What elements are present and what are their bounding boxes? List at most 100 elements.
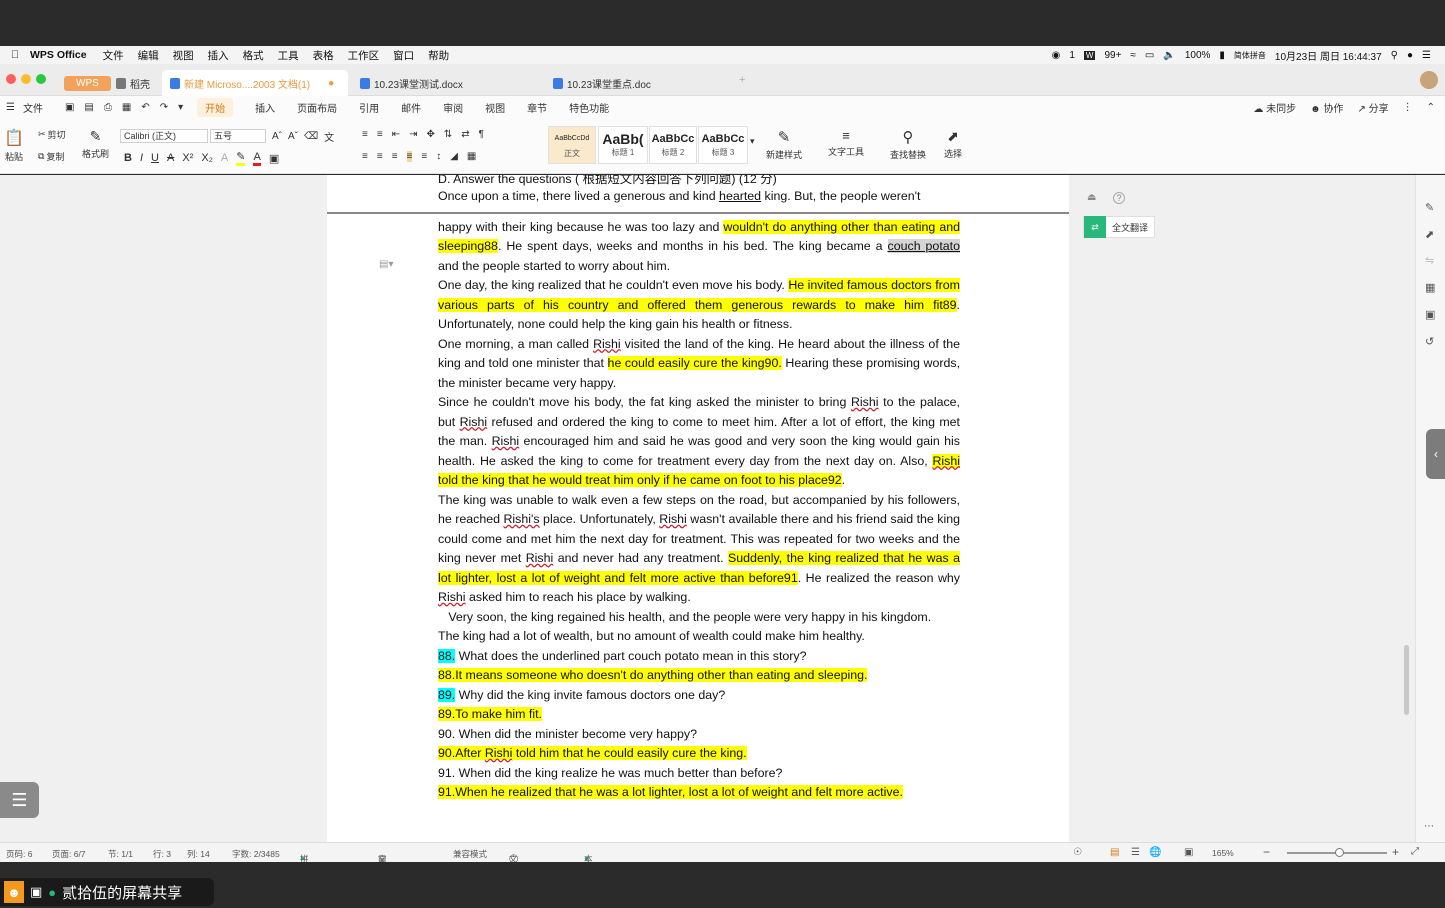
status-col[interactable]: 列: 14 xyxy=(187,848,210,860)
menu-format[interactable]: 格式 xyxy=(243,48,264,63)
more-dots-icon[interactable]: ⋯ xyxy=(1424,821,1434,832)
menu-file[interactable]: 文件 xyxy=(103,48,124,63)
tab-references[interactable]: 引用 xyxy=(359,100,379,115)
tab-close-dot[interactable]: ● xyxy=(328,78,334,89)
volume-icon[interactable]: 🔈 xyxy=(1163,50,1175,61)
close-window-button[interactable] xyxy=(6,74,16,84)
status-words[interactable]: 字数: 2/3485 xyxy=(232,848,280,860)
hamburger-icon[interactable]: ☰ xyxy=(6,102,15,113)
new-tab-icon[interactable]: + xyxy=(739,74,745,86)
edit-icon[interactable]: ✎ xyxy=(1425,201,1434,214)
compat-mode[interactable]: 兼容模式 xyxy=(453,848,487,860)
styles-expand-icon[interactable]: ▾ xyxy=(750,136,755,147)
document-page[interactable]: ▤▾ D. Answer the questions ( 根据短文内容回答下列问… xyxy=(327,175,1069,842)
text-effect-icon[interactable]: A xyxy=(221,152,228,164)
backup-tool-icon[interactable]: ▣ xyxy=(1425,308,1435,321)
clear-format-icon[interactable]: ⌫ xyxy=(304,131,318,142)
battery-percent[interactable]: 100% xyxy=(1185,50,1211,61)
image-tool-icon[interactable]: ▦ xyxy=(1425,281,1435,294)
comment-icon[interactable]: ▤▾ xyxy=(379,259,393,270)
font-color-icon[interactable]: A xyxy=(253,151,261,166)
tab-special[interactable]: 特色功能 xyxy=(569,100,609,115)
text-direction-icon[interactable]: ⇄ xyxy=(461,129,469,140)
spotlight-icon[interactable]: ⚲ xyxy=(1391,50,1398,61)
outline-view-icon[interactable]: ☰ xyxy=(1131,847,1140,858)
italic-icon[interactable]: I xyxy=(140,152,143,164)
datetime[interactable]: 10月23日 周日 16:44:37 xyxy=(1275,48,1382,63)
text-tools-button[interactable]: ≡ 文字工具 xyxy=(828,128,864,158)
more-icon[interactable]: ⋮ xyxy=(1403,102,1413,113)
cut-button[interactable]: ✂ 剪切 xyxy=(38,128,66,141)
expand-panel-button[interactable]: ‹ xyxy=(1426,429,1445,479)
fit-page-icon[interactable]: ▣ xyxy=(1184,847,1193,858)
menu-table[interactable]: 表格 xyxy=(313,48,334,63)
font-size-select[interactable]: 五号 xyxy=(210,129,266,143)
outline-toggle-button[interactable]: ☰ xyxy=(0,782,39,818)
tab-page-layout[interactable]: 页面布局 xyxy=(297,100,337,115)
sort-icon[interactable]: ⇅ xyxy=(444,129,452,140)
status-row[interactable]: 行: 3 xyxy=(153,848,171,860)
input-method[interactable]: 简体拼音 xyxy=(1234,50,1266,61)
screen-share-indicator[interactable]: ☻ ▣ ● 贰拾伍的屏幕共享 xyxy=(0,878,214,906)
tab-view[interactable]: 视图 xyxy=(485,100,505,115)
bullets-icon[interactable]: ≡ xyxy=(362,129,368,140)
menu-file-button[interactable]: 文件 xyxy=(23,100,43,115)
superscript-icon[interactable]: X² xyxy=(182,152,193,164)
select-button[interactable]: ⬈ 选择 xyxy=(944,128,962,160)
zoom-slider[interactable] xyxy=(1287,848,1387,857)
pointer-icon[interactable]: ⬈ xyxy=(1425,228,1434,241)
borders-icon[interactable]: ▦ xyxy=(467,151,476,162)
page-view-icon[interactable]: ▤ xyxy=(1110,847,1119,858)
history-icon[interactable]: ↺ xyxy=(1425,335,1434,348)
highlight-icon[interactable]: ✎ xyxy=(236,150,246,166)
share-button[interactable]: ↗ 分享 xyxy=(1357,100,1388,115)
line-spacing-icon[interactable]: ↕ xyxy=(436,151,441,162)
adjust-icon[interactable]: ⇋ xyxy=(1425,254,1434,267)
style-normal[interactable]: AaBbCcDd 正文 xyxy=(548,126,596,164)
subscript-icon[interactable]: X₂ xyxy=(201,152,213,164)
tab-review[interactable]: 审阅 xyxy=(443,100,463,115)
zoom-level[interactable]: 165% xyxy=(1212,848,1234,858)
tab-mail[interactable]: 邮件 xyxy=(401,100,421,115)
print-icon[interactable]: ⎙ xyxy=(104,102,112,113)
indent-icon[interactable]: ⇥ xyxy=(409,129,417,140)
tab-test-doc[interactable]: 10.23课堂测试.docx xyxy=(352,70,542,96)
justify-icon[interactable]: ≡ xyxy=(406,151,413,162)
battery-icon[interactable]: ▮ xyxy=(1219,50,1225,61)
new-style-button[interactable]: ✎ 新建样式 xyxy=(766,128,802,161)
paste-button[interactable]: 📋 粘贴 xyxy=(4,128,24,163)
badge-99[interactable]: 99+ xyxy=(1104,50,1121,61)
bold-icon[interactable]: B xyxy=(124,152,132,164)
tab-insert[interactable]: 插入 xyxy=(255,100,275,115)
document-body[interactable]: D. Answer the questions ( 根据短文内容回答下列问题) … xyxy=(438,175,960,803)
minimize-window-button[interactable] xyxy=(21,74,31,84)
print-preview-icon[interactable]: ▦ xyxy=(122,102,131,113)
avatar[interactable] xyxy=(1420,71,1438,89)
w-app-icon[interactable]: W xyxy=(1083,50,1096,60)
font-name-select[interactable]: Calibri (正文) xyxy=(120,129,208,143)
menu-workspace[interactable]: 工作区 xyxy=(348,48,380,63)
tab-new-doc[interactable]: 新建 Microso....2003 文档(1) ● xyxy=(162,70,348,96)
style-heading1[interactable]: AaBb( 标题 1 xyxy=(598,126,648,164)
outdent-icon[interactable]: ⇤ xyxy=(392,129,400,140)
copy-button[interactable]: ⧉ 复制 xyxy=(38,150,64,163)
menu-view[interactable]: 视图 xyxy=(173,48,194,63)
align-center-icon[interactable]: ≡ xyxy=(377,151,383,162)
collab-button[interactable]: ☻ 协作 xyxy=(1310,100,1343,115)
shading-icon[interactable]: ◢ xyxy=(450,151,458,162)
grow-font-icon[interactable]: Aˆ xyxy=(272,131,282,142)
save-icon[interactable]: ▣ xyxy=(65,102,74,113)
zoom-in-icon[interactable]: + xyxy=(1392,845,1399,859)
maximize-window-button[interactable] xyxy=(36,74,46,84)
align-right-icon[interactable]: ≡ xyxy=(392,151,398,162)
apple-icon[interactable]:  xyxy=(0,49,30,61)
scrollbar-thumb[interactable] xyxy=(1404,645,1409,715)
collapse-icon[interactable]: ⏏ xyxy=(1087,192,1096,203)
collapse-ribbon-icon[interactable]: ⌃ xyxy=(1427,102,1435,113)
web-view-icon[interactable]: 🌐 xyxy=(1149,847,1161,858)
fullscreen-icon[interactable]: ⤢ xyxy=(1411,846,1419,857)
style-heading3[interactable]: AaBbCc 标题 3 xyxy=(698,126,748,164)
wifi-icon[interactable]: ≈ xyxy=(1130,50,1136,61)
wechat-icon[interactable]: ◉ xyxy=(1052,50,1061,61)
find-replace-button[interactable]: ⚲ 查找替换 xyxy=(890,128,926,161)
